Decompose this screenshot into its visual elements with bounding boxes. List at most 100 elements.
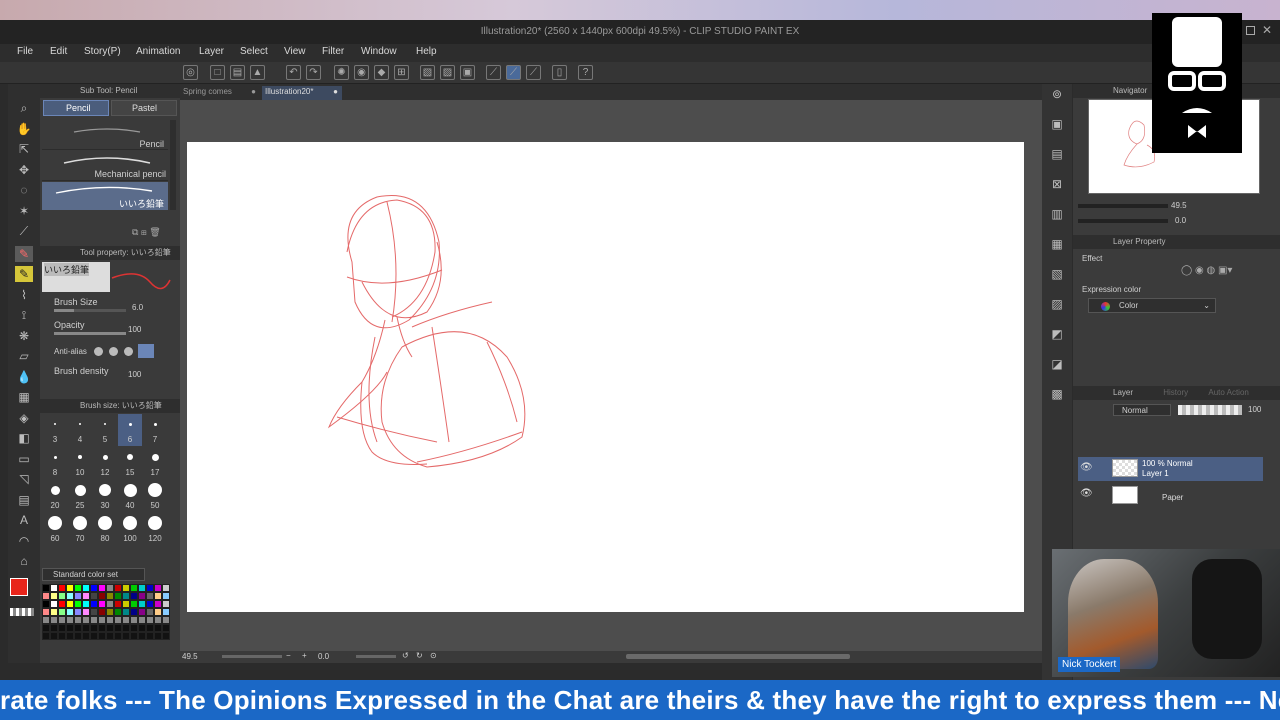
palette-swatch[interactable] <box>91 625 97 631</box>
close-panel-icon[interactable]: ⊠ <box>1048 176 1066 192</box>
sub-tool-tab-pencil[interactable]: Pencil <box>43 100 109 116</box>
text-icon[interactable]: A <box>15 512 33 528</box>
palette-swatch[interactable] <box>83 585 89 591</box>
layer-search-icon[interactable]: ▨ <box>1048 296 1066 312</box>
brush-size-option[interactable]: 17 <box>143 447 167 479</box>
palette-swatch[interactable] <box>43 593 49 599</box>
main-color-swatch[interactable] <box>10 578 28 596</box>
palette-swatch[interactable] <box>59 593 65 599</box>
menu-edit[interactable]: Edit <box>50 46 67 57</box>
navigator-angle-value[interactable]: 0.0 <box>1175 216 1186 225</box>
brush-size-option[interactable]: 30 <box>93 480 117 512</box>
palette-swatch[interactable] <box>107 617 113 623</box>
palette-swatch[interactable] <box>67 617 73 623</box>
palette-swatch[interactable] <box>51 617 57 623</box>
palette-swatch[interactable] <box>43 633 49 639</box>
grid-snap-icon[interactable]: ⟋ <box>526 65 541 80</box>
palette-swatch[interactable] <box>51 633 57 639</box>
palette-swatch[interactable] <box>91 593 97 599</box>
correct-line-icon[interactable]: ⌂ <box>15 553 33 569</box>
zoom-readout[interactable]: 49.5 <box>182 652 198 661</box>
palette-swatch[interactable] <box>51 609 57 615</box>
clear-icon[interactable]: ✺ <box>334 65 349 80</box>
visibility-eye-icon[interactable]: 👁 <box>1080 488 1093 499</box>
navigator-zoom-value[interactable]: 49.5 <box>1171 201 1187 210</box>
move-icon[interactable]: ✥ <box>15 162 33 178</box>
transform-icon[interactable]: ◆ <box>374 65 389 80</box>
reset-rotation-icon[interactable]: ⊙ <box>430 651 437 660</box>
palette-swatch[interactable] <box>99 617 105 623</box>
new-file-icon[interactable]: □ <box>210 65 225 80</box>
transparent-color-icon[interactable] <box>10 608 34 616</box>
save-icon[interactable]: ▲ <box>250 65 265 80</box>
materials-icon[interactable]: ▧ <box>1048 266 1066 282</box>
fill-tool-icon[interactable]: ▦ <box>15 389 33 405</box>
palette-swatch[interactable] <box>155 625 161 631</box>
palette-swatch[interactable] <box>91 585 97 591</box>
palette-swatch[interactable] <box>99 601 105 607</box>
palette-swatch[interactable] <box>75 617 81 623</box>
pen-icon[interactable]: ✎ <box>15 246 33 262</box>
brush-size-option[interactable]: 5 <box>93 414 117 446</box>
palette-swatch[interactable] <box>59 633 65 639</box>
palette-swatch[interactable] <box>123 609 129 615</box>
delete-sub-tool-icon[interactable]: 🗑 <box>149 227 160 237</box>
palette-swatch[interactable] <box>155 593 161 599</box>
palette-swatch[interactable] <box>139 609 145 615</box>
clip-studio-icon[interactable]: ◎ <box>183 65 198 80</box>
gradient-icon[interactable]: ◧ <box>15 430 33 446</box>
frame-icon[interactable]: ◹ <box>15 471 33 487</box>
brush-density-value[interactable]: 100 <box>128 370 141 379</box>
palette-swatch[interactable] <box>163 617 169 623</box>
brush-size-option[interactable]: 8 <box>43 447 67 479</box>
palette-swatch[interactable] <box>83 617 89 623</box>
palette-swatch[interactable] <box>59 601 65 607</box>
brush-size-option[interactable]: 4 <box>68 414 92 446</box>
palette-swatch[interactable] <box>59 609 65 615</box>
tab-close-icon[interactable]: ● <box>251 87 256 96</box>
palette-swatch[interactable] <box>155 601 161 607</box>
palette-swatch[interactable] <box>115 609 121 615</box>
brush-size-option[interactable]: 6 <box>118 414 142 446</box>
palette-swatch[interactable] <box>123 601 129 607</box>
zoom-icon[interactable]: ⌕ <box>15 100 33 116</box>
angle-readout[interactable]: 0.0 <box>318 652 329 661</box>
tab-auto-action[interactable]: Auto Action <box>1208 388 1248 397</box>
palette-swatch[interactable] <box>91 617 97 623</box>
palette-swatch[interactable] <box>115 593 121 599</box>
ruler-snap-icon[interactable]: ⟋ <box>486 65 501 80</box>
palette-swatch[interactable] <box>163 625 169 631</box>
brush-size-option[interactable]: 15 <box>118 447 142 479</box>
palette-swatch[interactable] <box>43 625 49 631</box>
palette-swatch[interactable] <box>163 633 169 639</box>
palette-swatch[interactable] <box>163 609 169 615</box>
palette-swatch[interactable] <box>123 617 129 623</box>
palette-swatch[interactable] <box>99 609 105 615</box>
layer-row-1[interactable]: 👁 100 % Normal Layer 1 <box>1078 457 1263 481</box>
palette-swatch[interactable] <box>131 633 137 639</box>
palette-swatch[interactable] <box>147 633 153 639</box>
sub-view-icon[interactable]: ▤ <box>1048 146 1066 162</box>
palette-swatch[interactable] <box>139 601 145 607</box>
palette-swatch[interactable] <box>83 601 89 607</box>
palette-swatch[interactable] <box>131 609 137 615</box>
palette-swatch[interactable] <box>131 601 137 607</box>
palette-swatch[interactable] <box>83 633 89 639</box>
menu-story[interactable]: Story(P) <box>84 46 121 57</box>
palette-swatch[interactable] <box>131 593 137 599</box>
color-set-dropdown[interactable]: Standard color set <box>42 568 145 581</box>
palette-swatch[interactable] <box>43 601 49 607</box>
palette-swatch[interactable] <box>75 593 81 599</box>
zoom-out-icon[interactable]: − <box>286 651 291 660</box>
brush-size-option[interactable]: 100 <box>118 513 142 545</box>
crop-icon[interactable]: ⊞ <box>394 65 409 80</box>
palette-swatch[interactable] <box>155 633 161 639</box>
create-sub-tool-icon[interactable]: ⊞ <box>141 227 147 237</box>
menu-file[interactable]: File <box>17 46 33 57</box>
navigator-zoom-slider[interactable] <box>1078 204 1168 208</box>
palette-swatch[interactable] <box>107 593 113 599</box>
palette-swatch[interactable] <box>115 617 121 623</box>
palette-swatch[interactable] <box>67 601 73 607</box>
palette-swatch[interactable] <box>59 585 65 591</box>
animation-icon[interactable]: ◩ <box>1048 326 1066 342</box>
